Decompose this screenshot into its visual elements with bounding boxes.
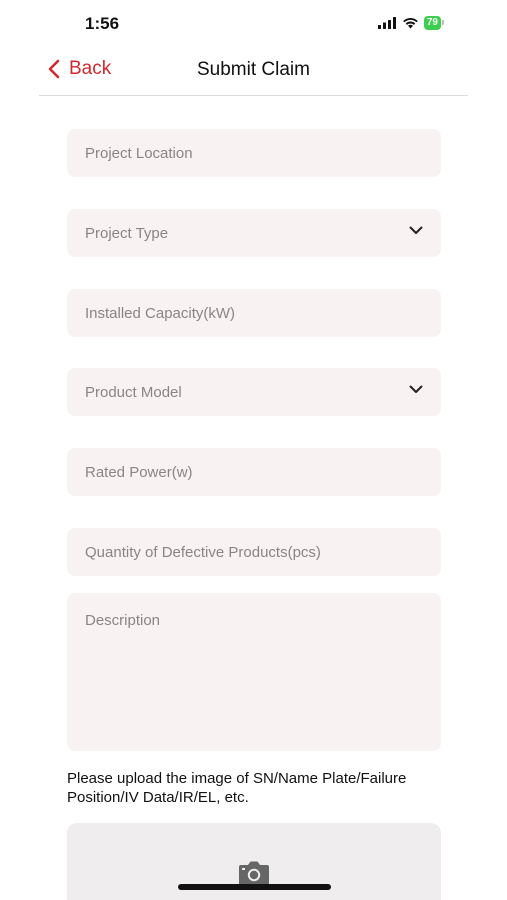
project-type-select[interactable]: Project Type (67, 209, 441, 257)
chevron-down-icon (409, 226, 423, 234)
installed-capacity-input[interactable]: Installed Capacity(kW) (67, 289, 441, 337)
description-placeholder: Description (85, 612, 161, 629)
installed-capacity-placeholder: Installed Capacity(kW) (85, 304, 236, 322)
camera-icon (239, 861, 269, 885)
wifi-icon (403, 18, 418, 29)
battery-indicator: 79 (423, 16, 445, 30)
status-bar: 1:56 79 (0, 0, 507, 48)
defective-quantity-input[interactable]: Quantity of Defective Products(pcs) (67, 528, 441, 576)
chevron-down-icon (409, 385, 423, 393)
home-indicator (178, 884, 331, 890)
page-title: Submit Claim (197, 59, 310, 80)
rated-power-input[interactable]: Rated Power(w) (67, 448, 441, 496)
status-time: 1:56 (85, 14, 120, 33)
description-textarea[interactable]: Description (67, 593, 441, 751)
project-type-placeholder: Project Type (85, 224, 169, 242)
navigation-bar: Back Submit Claim (39, 48, 468, 96)
product-model-placeholder: Product Model (85, 383, 182, 401)
cellular-signal-icon (377, 17, 396, 29)
product-model-select[interactable]: Product Model (67, 368, 441, 416)
upload-hint: Please upload the image of SN/Name Plate… (67, 770, 407, 806)
rated-power-placeholder: Rated Power(w) (85, 463, 193, 481)
defective-quantity-placeholder: Quantity of Defective Products(pcs) (85, 543, 321, 561)
status-icons: 79 (377, 16, 445, 30)
project-location-input[interactable]: Project Location (67, 129, 441, 177)
project-location-placeholder: Project Location (85, 144, 193, 162)
